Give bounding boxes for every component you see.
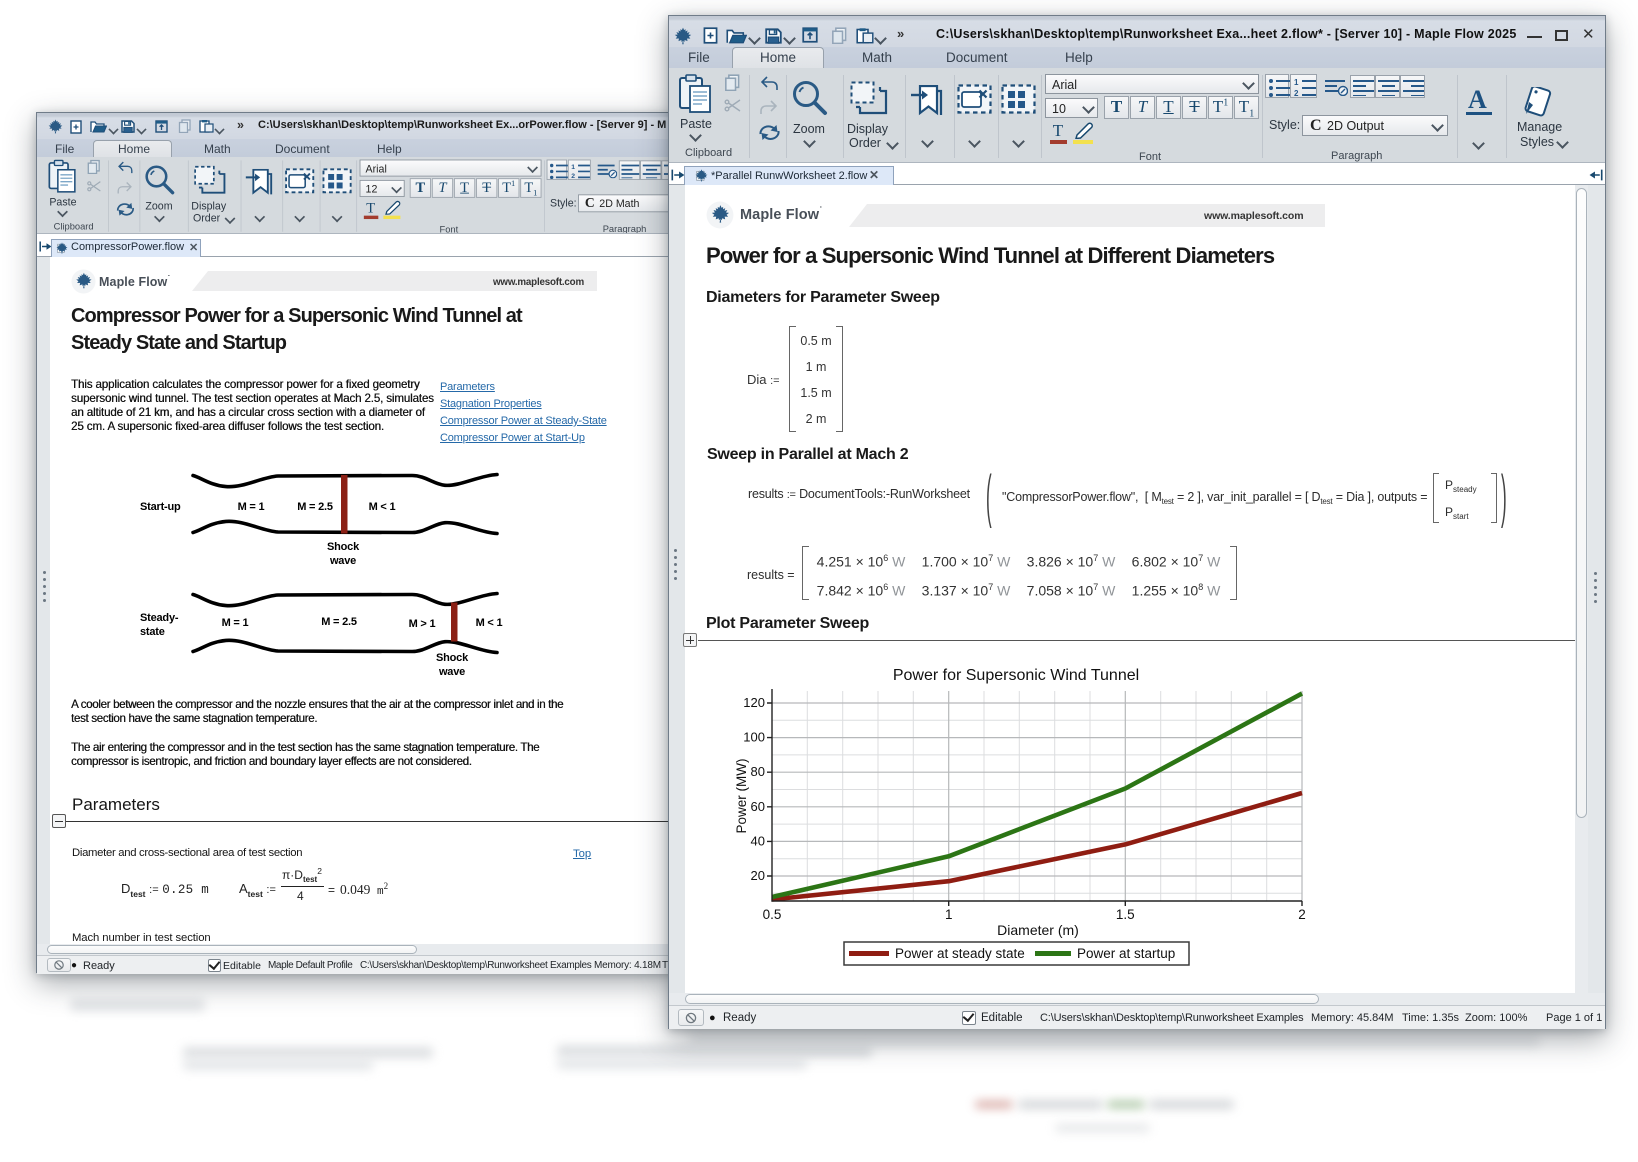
svg-text:Diameter (m): Diameter (m) xyxy=(997,922,1079,938)
svg-text:1: 1 xyxy=(1294,78,1299,87)
svg-text:40: 40 xyxy=(751,833,765,848)
svg-text:1: 1 xyxy=(945,907,953,922)
svg-text:Power for Supersonic Wind Tunn: Power for Supersonic Wind Tunnel xyxy=(893,667,1139,684)
svg-text:0.5: 0.5 xyxy=(763,907,782,922)
svg-text:2: 2 xyxy=(1298,907,1306,922)
svg-text:60: 60 xyxy=(751,799,765,814)
svg-text:1.5: 1.5 xyxy=(1116,907,1135,922)
svg-text:2: 2 xyxy=(1294,89,1299,97)
svg-text:120: 120 xyxy=(743,695,765,710)
svg-text:2: 2 xyxy=(571,173,575,179)
svg-text:20: 20 xyxy=(751,868,765,883)
svg-text:80: 80 xyxy=(751,764,765,779)
svg-text:Power at startup: Power at startup xyxy=(1077,946,1175,961)
svg-text:1: 1 xyxy=(571,164,575,171)
svg-text:Power (MW): Power (MW) xyxy=(734,759,749,834)
svg-text:Power at steady state: Power at steady state xyxy=(895,946,1025,961)
svg-text:100: 100 xyxy=(743,730,765,745)
